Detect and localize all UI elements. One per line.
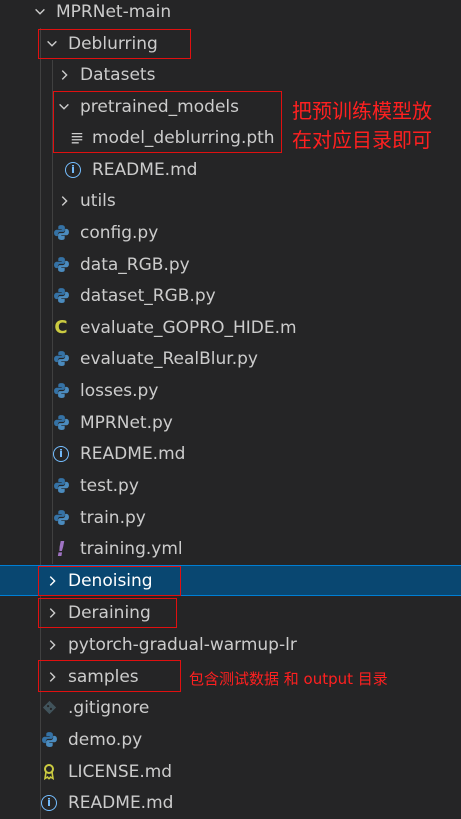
tree-item-losses[interactable]: losses.py — [0, 375, 461, 406]
python-icon — [52, 414, 70, 432]
tree-item-label: test.py — [80, 475, 139, 496]
python-icon — [52, 350, 70, 368]
tree-item-evaluate-realblur[interactable]: evaluate_RealBlur.py — [0, 343, 461, 374]
tree-item-data-rgb[interactable]: data_RGB.py — [0, 249, 461, 280]
annotation-note-line2: 在对应目录即可 — [292, 128, 432, 152]
python-icon — [40, 731, 58, 749]
info-icon: i — [64, 161, 82, 179]
python-icon — [52, 477, 70, 495]
tree-item-datasets[interactable]: Datasets — [0, 59, 461, 90]
chevron-right-icon — [56, 67, 72, 83]
tree-item-training-yml[interactable]: ! training.yml — [0, 533, 461, 564]
license-certificate-icon — [40, 763, 58, 781]
tree-item-utils[interactable]: utils — [0, 185, 461, 216]
python-icon — [52, 287, 70, 305]
tree-item-test[interactable]: test.py — [0, 470, 461, 501]
tree-item-readme-deblur[interactable]: i README.md — [0, 438, 461, 469]
tree-item-label: training.yml — [80, 538, 183, 559]
yaml-exclamation-icon: ! — [56, 536, 66, 561]
chevron-right-icon — [56, 193, 72, 209]
tree-item-label: demo.py — [68, 729, 143, 750]
chevron-down-icon — [32, 4, 48, 20]
annotation-box-denoising — [38, 566, 181, 596]
tree-item-readme-root[interactable]: i README.md — [0, 787, 461, 818]
tree-item-gitignore[interactable]: .gitignore — [0, 692, 461, 723]
tree-item-label: LICENSE.md — [68, 761, 173, 782]
tree-item-label: MPRNet-main — [56, 1, 172, 22]
python-icon — [52, 382, 70, 400]
tree-item-label: config.py — [80, 222, 159, 243]
tree-item-label: README.md — [92, 159, 198, 180]
annotation-box-pretrained — [53, 91, 282, 153]
python-icon — [52, 509, 70, 527]
tree-item-train[interactable]: train.py — [0, 502, 461, 533]
tree-item-label: README.md — [68, 792, 174, 813]
tree-item-label: pytorch-gradual-warmup-lr — [68, 634, 297, 655]
annotation-box-samples — [38, 660, 181, 692]
tree-item-demo[interactable]: demo.py — [0, 724, 461, 755]
tree-item-license[interactable]: LICENSE.md — [0, 756, 461, 787]
tree-item-label: train.py — [80, 507, 146, 528]
annotation-note-line1: 把预训练模型放 — [292, 99, 432, 123]
tree-item-dataset-rgb[interactable]: dataset_RGB.py — [0, 280, 461, 311]
tree-item-label: data_RGB.py — [80, 254, 190, 275]
tree-item-label: utils — [80, 190, 116, 211]
tree-item-label: .gitignore — [68, 697, 150, 718]
info-icon: i — [40, 794, 58, 812]
tree-item-mprnet-main[interactable]: MPRNet-main — [0, 0, 461, 27]
c-lang-icon: C — [54, 317, 68, 338]
tree-item-mprnet-py[interactable]: MPRNet.py — [0, 407, 461, 438]
annotation-note-samples: 包含测试数据 和 output 目录 — [189, 670, 388, 688]
chevron-right-icon — [44, 637, 60, 653]
tree-item-config[interactable]: config.py — [0, 217, 461, 248]
tree-item-label: losses.py — [80, 380, 159, 401]
git-icon — [40, 699, 58, 717]
tree-item-label: MPRNet.py — [80, 412, 173, 433]
tree-item-pytorch-warmup[interactable]: pytorch-gradual-warmup-lr — [0, 629, 461, 660]
tree-item-readme-sub[interactable]: i README.md — [0, 154, 461, 185]
info-icon: i — [52, 445, 70, 463]
tree-item-label: evaluate_GOPRO_HIDE.m — [80, 317, 297, 338]
tree-item-label: Datasets — [80, 64, 156, 85]
tree-item-label: dataset_RGB.py — [80, 285, 216, 306]
tree-item-label: README.md — [80, 443, 186, 464]
annotation-box-deblurring — [38, 29, 191, 59]
tree-item-evaluate-gopro[interactable]: C evaluate_GOPRO_HIDE.m — [0, 312, 461, 343]
python-icon — [52, 256, 70, 274]
tree-item-label: evaluate_RealBlur.py — [80, 348, 258, 369]
python-icon — [52, 224, 70, 242]
annotation-box-deraining — [38, 598, 177, 628]
